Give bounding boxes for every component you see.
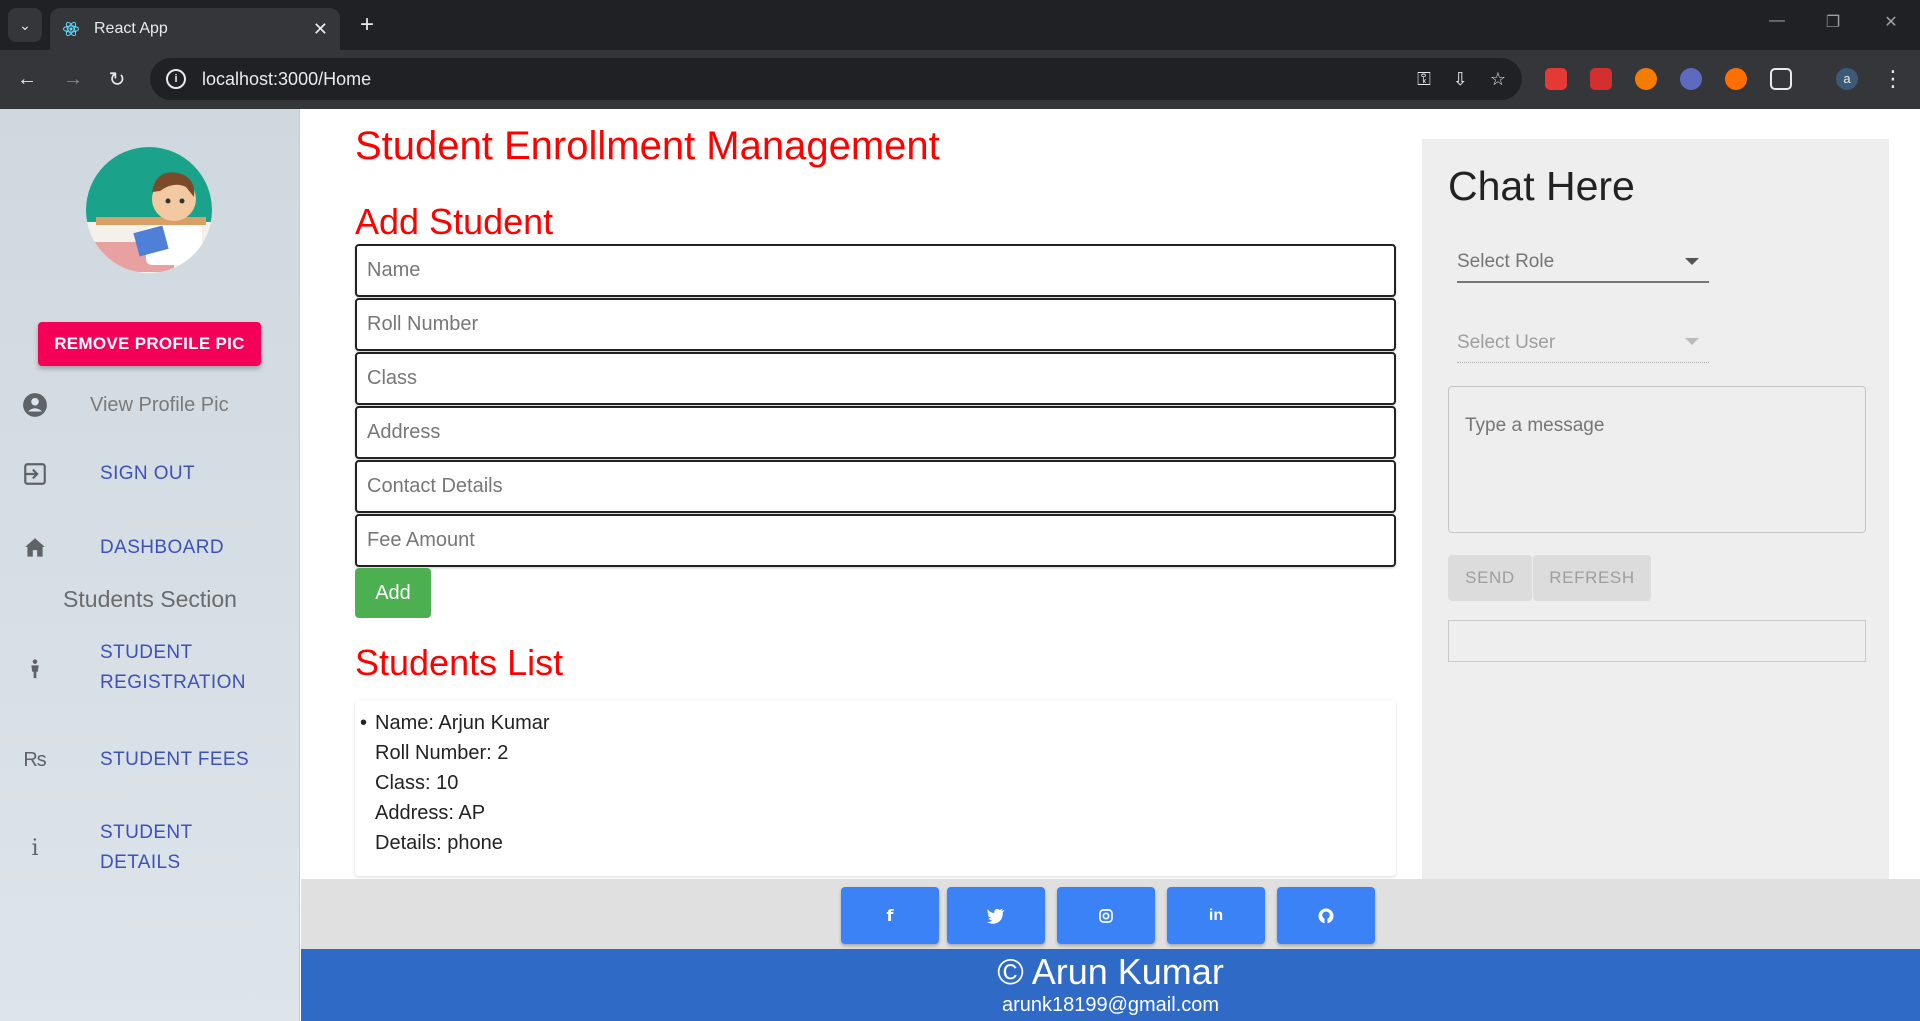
fire-extension-icon[interactable] xyxy=(1725,68,1747,90)
select-user-dropdown[interactable]: Select User xyxy=(1457,323,1709,363)
view-profile-pic-link[interactable]: View Profile Pic xyxy=(90,394,229,417)
react-icon xyxy=(63,21,79,37)
message-input[interactable] xyxy=(1448,386,1866,533)
copyright-bar: © Arun Kumar arunk18199@gmail.com xyxy=(301,949,1920,1021)
close-tab-icon[interactable]: ✕ xyxy=(313,19,328,40)
info-icon: i xyxy=(31,835,39,861)
refresh-button[interactable]: REFRESH xyxy=(1533,555,1651,601)
star-extension-icon[interactable] xyxy=(1680,68,1702,90)
chevron-down-icon xyxy=(1685,338,1699,345)
close-window-icon[interactable]: ✕ xyxy=(1876,12,1906,32)
browser-tab[interactable]: React App ✕ xyxy=(50,8,340,50)
site-info-icon[interactable]: i xyxy=(166,69,186,89)
install-app-icon[interactable]: ⇩ xyxy=(1453,69,1468,90)
bullet: • xyxy=(360,712,368,734)
student-details: Details: phone xyxy=(375,832,503,854)
contact-details-input[interactable] xyxy=(355,460,1396,513)
github-button[interactable] xyxy=(1277,887,1375,944)
avatar xyxy=(86,147,212,273)
twitter-icon xyxy=(987,908,1005,924)
extensions-puzzle-icon[interactable] xyxy=(1770,68,1792,90)
address-input[interactable] xyxy=(355,406,1396,459)
students-list: • Name: Arjun Kumar Roll Number: 2 Class… xyxy=(355,700,1396,876)
tab-title: React App xyxy=(94,20,168,37)
fee-amount-input[interactable] xyxy=(355,514,1396,567)
dashboard-link[interactable]: DASHBOARD xyxy=(100,533,224,563)
sign-out-icon xyxy=(20,459,50,489)
chat-messages-area xyxy=(1448,620,1866,662)
twitter-button[interactable] xyxy=(947,887,1045,944)
chat-title: Chat Here xyxy=(1448,163,1635,209)
student-registration-link-line2[interactable]: REGISTRATION xyxy=(100,668,246,698)
film-extension-icon[interactable] xyxy=(1635,68,1657,90)
select-role-label: Select Role xyxy=(1457,251,1555,272)
select-user-label: Select User xyxy=(1457,331,1556,353)
tab-search-button[interactable]: ⌄ xyxy=(8,8,42,42)
address-bar[interactable]: i localhost:3000/Home ⚿ ⇩ ☆ xyxy=(150,58,1522,100)
chat-panel: Chat Here Select Role Select User SEND R… xyxy=(1422,139,1889,879)
student-details-link-line1[interactable]: STUDENT xyxy=(100,818,193,848)
student-name: Name: Arjun Kumar xyxy=(375,712,550,734)
profile-avatar-icon[interactable]: a xyxy=(1836,68,1858,90)
minimize-icon[interactable]: — xyxy=(1762,12,1792,30)
student-reading-avatar-icon xyxy=(86,147,212,273)
new-tab-button[interactable]: + xyxy=(352,10,382,40)
browser-menu-icon[interactable]: ⋮ xyxy=(1878,64,1908,94)
browser-tabbar: ⌄ React App ✕ + — ❐ ✕ xyxy=(0,0,1920,50)
github-icon xyxy=(1318,908,1334,923)
browser-toolbar: ← → ↻ i localhost:3000/Home ⚿ ⇩ ☆ a ⋮ xyxy=(0,50,1920,109)
copyright-text: © Arun Kumar xyxy=(997,951,1224,992)
audio-extension-icon[interactable] xyxy=(1590,68,1612,90)
student-details-link-line2[interactable]: DETAILS xyxy=(100,848,181,878)
page-title: Student Enrollment Management xyxy=(355,124,940,168)
instagram-icon xyxy=(1099,908,1113,923)
restore-icon[interactable]: ❐ xyxy=(1818,12,1848,32)
account-circle-icon xyxy=(20,390,50,420)
section-title: Students Section xyxy=(63,586,237,612)
forward-icon[interactable]: → xyxy=(58,64,88,94)
person-icon xyxy=(20,654,50,684)
facebook-button[interactable]: f xyxy=(841,887,939,944)
home-icon xyxy=(20,533,50,563)
student-roll: Roll Number: 2 xyxy=(375,742,509,764)
facebook-icon: f xyxy=(886,906,894,925)
class-input[interactable] xyxy=(355,352,1396,405)
youtube-extension-icon[interactable] xyxy=(1545,68,1567,90)
url-text: localhost:3000/Home xyxy=(202,68,372,89)
student-fees-link[interactable]: STUDENT FEES xyxy=(100,745,249,775)
add-student-button[interactable]: Add xyxy=(355,568,431,618)
chevron-down-icon xyxy=(1685,258,1699,265)
student-address: Address: AP xyxy=(375,802,486,824)
instagram-button[interactable] xyxy=(1057,887,1155,944)
add-student-heading: Add Student xyxy=(355,201,554,242)
social-bar: f in xyxy=(301,879,1920,949)
send-button[interactable]: SEND xyxy=(1448,555,1532,601)
password-key-icon[interactable]: ⚿ xyxy=(1417,69,1431,90)
student-class: Class: 10 xyxy=(375,772,459,794)
list-item: • Name: Arjun Kumar Roll Number: 2 Class… xyxy=(360,708,550,858)
sidebar: REMOVE PROFILE PIC View Profile Pic SIGN… xyxy=(0,109,300,1021)
back-icon[interactable]: ← xyxy=(12,64,42,94)
contact-email: arunk18199@gmail.com xyxy=(1001,994,1220,1016)
name-input[interactable] xyxy=(355,244,1396,297)
students-list-heading: Students List xyxy=(355,642,564,683)
select-role-dropdown[interactable]: Select Role xyxy=(1457,243,1709,283)
linkedin-icon: in xyxy=(1208,906,1224,924)
rupee-icon: ₨ xyxy=(23,748,47,771)
student-registration-link-line1[interactable]: STUDENT xyxy=(100,638,193,668)
reload-icon[interactable]: ↻ xyxy=(102,64,132,94)
sign-out-link[interactable]: SIGN OUT xyxy=(100,459,195,489)
roll-number-input[interactable] xyxy=(355,298,1396,351)
linkedin-button[interactable]: in xyxy=(1167,887,1265,944)
bookmark-star-icon[interactable]: ☆ xyxy=(1490,69,1506,90)
remove-profile-pic-button[interactable]: REMOVE PROFILE PIC xyxy=(38,322,261,366)
